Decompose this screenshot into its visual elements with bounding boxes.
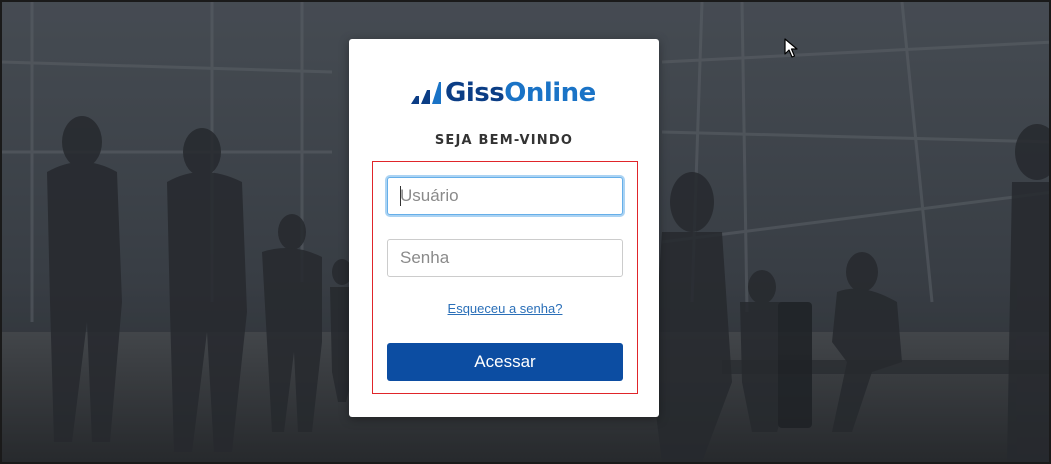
mouse-cursor-icon bbox=[784, 38, 798, 63]
login-form-highlight: Esqueceu a senha? Acessar bbox=[372, 161, 638, 394]
text-caret bbox=[400, 186, 401, 206]
login-screen: GissOnline SEJA BEM-VINDO Esqueceu a sen… bbox=[0, 0, 1051, 464]
login-button[interactable]: Acessar bbox=[387, 343, 623, 381]
username-input[interactable] bbox=[387, 177, 623, 215]
logo-text: GissOnline bbox=[445, 77, 596, 109]
password-input[interactable] bbox=[387, 239, 623, 277]
logo-text-online: Online bbox=[504, 78, 596, 108]
bar-steps-icon bbox=[411, 82, 441, 104]
forgot-password-link[interactable]: Esqueceu a senha? bbox=[373, 301, 637, 316]
welcome-heading: SEJA BEM-VINDO bbox=[434, 133, 574, 148]
login-card: GissOnline SEJA BEM-VINDO Esqueceu a sen… bbox=[349, 39, 659, 417]
logo-text-giss: Giss bbox=[445, 78, 505, 108]
gissonline-logo: GissOnline bbox=[411, 77, 596, 109]
